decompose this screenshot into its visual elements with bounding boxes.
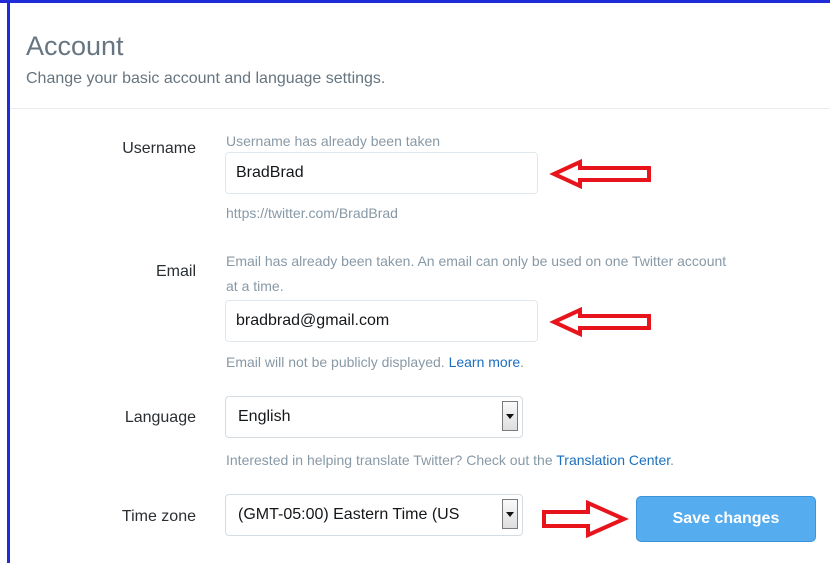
translate-hint: Interested in helping translate Twitter?… — [226, 450, 674, 470]
page-title: Account — [26, 31, 124, 61]
save-changes-button[interactable]: Save changes — [636, 496, 816, 542]
translation-center-link[interactable]: Translation Center — [556, 452, 670, 468]
email-note-text: Email will not be publicly displayed. — [226, 354, 445, 370]
annotation-arrow-email — [549, 306, 651, 338]
annotation-arrow-username — [549, 158, 651, 190]
email-note-end: . — [520, 354, 525, 370]
page-subtitle: Change your basic account and language s… — [26, 70, 386, 87]
chevron-down-icon[interactable] — [502, 401, 518, 431]
annotation-arrow-save — [542, 499, 629, 539]
email-label: Email — [155, 263, 196, 280]
language-selected-value: English — [238, 408, 291, 425]
learn-more-link[interactable]: Learn more — [449, 354, 521, 370]
timezone-select[interactable]: (GMT-05:00) Eastern Time (US — [225, 494, 523, 536]
username-error: Username has already been taken — [226, 133, 441, 149]
translate-hint-text: Interested in helping translate Twitter?… — [226, 452, 553, 468]
username-input[interactable]: BradBrad — [225, 152, 538, 194]
email-input[interactable]: bradbrad@gmail.com — [225, 300, 538, 342]
translate-hint-end: . — [670, 452, 675, 468]
email-error-line1: Email has already been taken. An email c… — [226, 253, 727, 269]
timezone-label: Time zone — [121, 508, 196, 525]
language-label: Language — [124, 409, 196, 426]
chevron-down-icon[interactable] — [502, 499, 518, 529]
profile-url: https://twitter.com/BradBrad — [226, 205, 398, 221]
timezone-selected-value: (GMT-05:00) Eastern Time (US — [238, 506, 460, 523]
username-label: Username — [122, 140, 196, 157]
email-privacy-note: Email will not be publicly displayed. Le… — [226, 352, 524, 372]
language-select[interactable]: English — [225, 396, 523, 438]
email-error-line2: at a time. — [226, 278, 284, 294]
account-header: Account Change your basic account and la… — [10, 3, 830, 109]
